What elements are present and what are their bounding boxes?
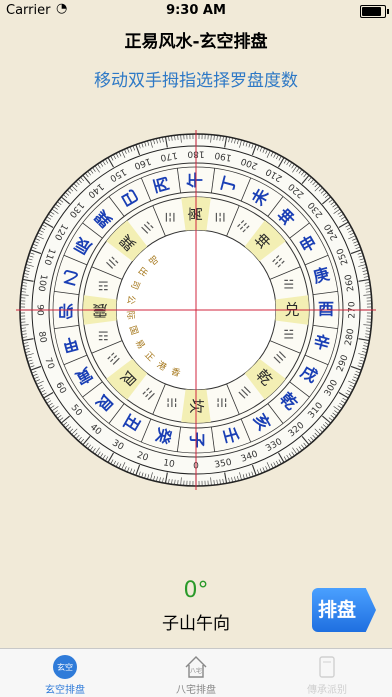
- svg-text:玄空: 玄空: [57, 662, 73, 672]
- tab-label: 八宅排盘: [131, 681, 261, 696]
- trigram-symbol: ☲: [164, 212, 178, 223]
- crosshair: [16, 130, 376, 490]
- instruction-text: 移动双手拇指选择罗盘度数: [0, 66, 392, 91]
- trigram-symbol: ☳: [98, 279, 109, 293]
- tab-bazhai[interactable]: 八宅 八宅排盘: [131, 649, 261, 697]
- tab-lineage[interactable]: 傳承派别: [262, 649, 392, 697]
- xuankong-icon: 玄空: [52, 654, 78, 680]
- trigram-symbol: ☱: [283, 327, 294, 341]
- tab-bar: 玄空 玄空排盘 八宅 八宅排盘 傳承派别: [0, 648, 392, 697]
- trigram-symbol: ☱: [283, 278, 294, 292]
- tab-label: 傳承派别: [262, 681, 392, 696]
- book-icon: [314, 654, 340, 680]
- status-bar: Carrier ◔ 9:30 AM: [0, 0, 392, 22]
- trigram-symbol: ☵: [165, 397, 179, 408]
- trigram-symbol: ☵: [214, 397, 228, 408]
- mountain-label: 卯: [58, 302, 74, 321]
- clock: 9:30 AM: [0, 3, 392, 18]
- center-text-char: 公: [125, 294, 137, 305]
- chart-button[interactable]: 排盘: [312, 588, 376, 632]
- tab-xuankong[interactable]: 玄空 玄空排盘: [0, 649, 130, 697]
- mountain-label: 午: [186, 172, 205, 188]
- svg-text:八宅: 八宅: [190, 667, 202, 675]
- degree-label: 10: [162, 458, 175, 470]
- degree-label: 80: [36, 331, 48, 344]
- nav-title: 正易风水-玄空排盘: [0, 22, 392, 64]
- mountain-label: 酉: [318, 300, 334, 319]
- tab-label: 玄空排盘: [0, 681, 130, 696]
- center-text-char: 际: [124, 310, 136, 320]
- mountain-label: 子: [188, 432, 207, 448]
- house-icon: 八宅: [183, 654, 209, 680]
- battery-icon: [360, 5, 386, 18]
- trigram-symbol: ☳: [98, 328, 109, 342]
- luopan-compass[interactable]: 0102030405060708090100110120130140150160…: [0, 103, 392, 518]
- trigram-symbol: ☲: [213, 212, 227, 223]
